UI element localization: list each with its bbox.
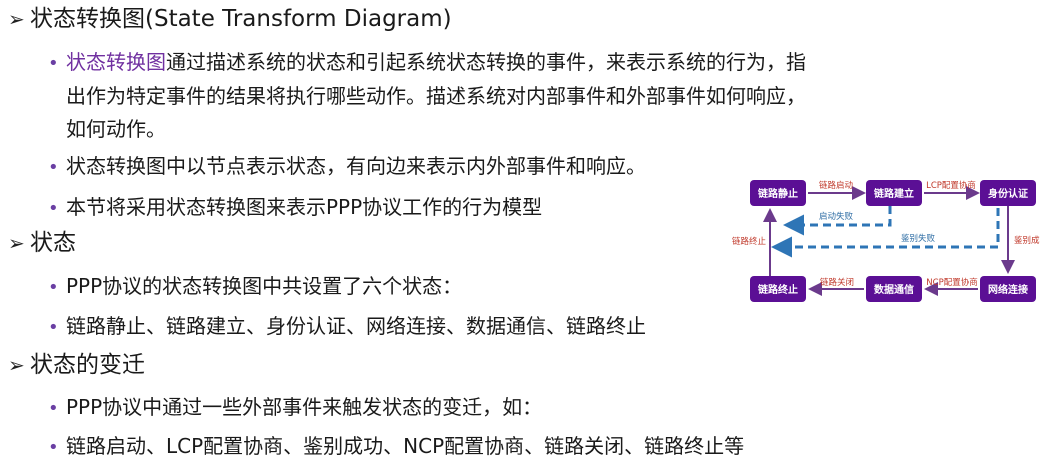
edge-label-start-fail: 启动失败 xyxy=(819,211,854,222)
section-heading-states: ➢ 状态 xyxy=(8,230,76,256)
highlight-term: 状态转换图 xyxy=(66,50,166,74)
edge-label-lcp: LCP配置协商 xyxy=(926,180,976,191)
state-node-network: 网络连接 xyxy=(980,276,1036,302)
bullet-nodes-edges: • 状态转换图中以节点表示状态，有向边来表示内外部事件和响应。 xyxy=(48,154,646,178)
edge-label-auth-fail: 鉴别失败 xyxy=(901,233,936,244)
bullet-definition-line-3: 如何动作。 xyxy=(66,117,166,141)
edge-label-ncp: NCP配置协商 xyxy=(926,277,977,288)
svg-text:链路静止: 链路静止 xyxy=(757,187,798,200)
bullet-ppp-model: • 本节将采用状态转换图来表示PPP协议工作的行为模型 xyxy=(48,195,543,219)
arrow-bullet-icon: ➢ xyxy=(8,353,25,377)
bullet-dot-icon: • xyxy=(48,157,59,178)
bullet-definition-line-2: 出作为特定事件的结果将执行哪些动作。描述系统对内部事件和外部事件如何响应， xyxy=(66,84,806,108)
state-node-establish: 链路建立 xyxy=(866,180,922,206)
state-node-data: 数据通信 xyxy=(866,276,922,302)
edge-auth-fail xyxy=(771,208,1000,258)
edge-label-link-close: 链路关闭 xyxy=(820,277,854,288)
bullet-dot-icon: • xyxy=(48,398,59,419)
arrow-bullet-icon: ➢ xyxy=(8,7,25,31)
svg-text:数据通信: 数据通信 xyxy=(874,283,914,296)
arrow-bullet-icon: ➢ xyxy=(8,231,25,255)
state-node-terminate: 链路终止 xyxy=(750,276,806,302)
bullet-state-list: • 链路静止、链路建立、身份认证、网络连接、数据通信、链路终止 xyxy=(48,314,646,338)
edge-label-auth-ok: 鉴别成功 xyxy=(1014,235,1040,246)
state-node-dead: 链路静止 xyxy=(750,180,806,206)
svg-text:身份认证: 身份认证 xyxy=(988,187,1028,200)
section-heading-transitions: ➢ 状态的变迁 xyxy=(8,352,145,378)
state-node-auth: 身份认证 xyxy=(980,180,1036,206)
bullet-dot-icon: • xyxy=(48,198,59,219)
bullet-definition: • 状态转换图通过描述系统的状态和引起系统状态转换的事件，来表示系统的行为，指 xyxy=(48,50,806,74)
bullet-dot-icon: • xyxy=(48,277,59,298)
svg-text:链路终止: 链路终止 xyxy=(757,283,798,296)
edge-label-link-up: 链路启动 xyxy=(819,180,854,191)
bullet-dot-icon: • xyxy=(48,437,59,458)
svg-text:链路建立: 链路建立 xyxy=(873,187,914,200)
ppp-state-diagram: 链路静止 链路建立 身份认证 网络连接 数据通信 链路终止 链路启动 LCP配置… xyxy=(732,180,1040,302)
bullet-six-states: • PPP协议的状态转换图中共设置了六个状态： xyxy=(48,274,463,298)
bullet-event-list: • 链路启动、LCP配置协商、鉴别成功、NCP配置协商、链路关闭、链路终止等 xyxy=(48,434,745,458)
bullet-dot-icon: • xyxy=(48,317,59,338)
bullet-external-events: • PPP协议中通过一些外部事件来触发状态的变迁，如： xyxy=(48,395,543,419)
edge-label-link-end: 链路终止 xyxy=(732,236,767,247)
section-heading-state-diagram: ➢ 状态转换图(State Transform Diagram) xyxy=(8,6,452,32)
svg-text:网络连接: 网络连接 xyxy=(988,283,1028,296)
bullet-dot-icon: • xyxy=(48,53,59,74)
